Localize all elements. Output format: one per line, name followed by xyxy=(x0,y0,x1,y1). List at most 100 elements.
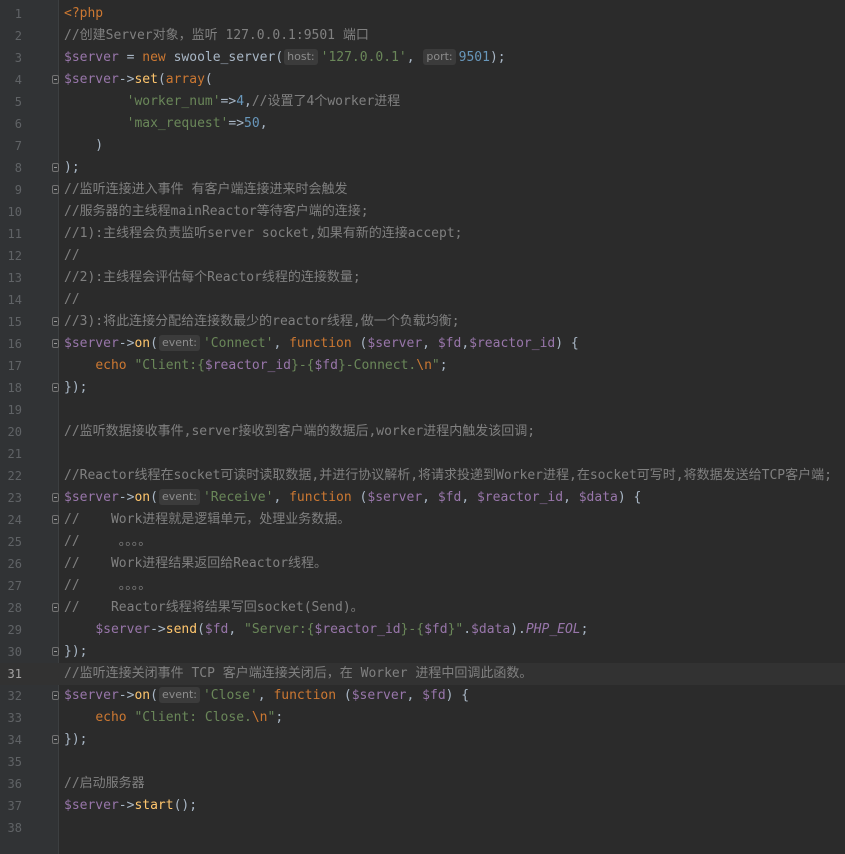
code-line[interactable]: 2 //创建Server对象，监听 127.0.0.1:9501 端口 xyxy=(0,25,845,47)
code-text: $server->set(array( xyxy=(64,69,213,91)
code-token: ); xyxy=(489,50,506,65)
code-line[interactable]: 36 //启动服务器 xyxy=(0,773,845,795)
fold-marker-icon[interactable] xyxy=(52,735,59,744)
code-line[interactable]: 14 // xyxy=(0,289,845,311)
code-token: // Reactor线程将结果写回socket(Send)。 xyxy=(64,600,364,615)
code-line[interactable]: 8); xyxy=(0,157,845,179)
code-line[interactable]: 17 echo "Client:{$reactor_id}-{$fd}-Conn… xyxy=(0,355,845,377)
line-number: 38 xyxy=(7,821,22,835)
code-token: ) xyxy=(64,138,104,153)
code-token: $fd xyxy=(422,688,446,703)
fold-marker-icon[interactable] xyxy=(52,185,59,194)
code-line[interactable]: 18}); xyxy=(0,377,845,399)
code-token: function xyxy=(289,336,352,351)
code-token: $server xyxy=(64,798,119,813)
code-line[interactable]: 19 xyxy=(0,399,845,421)
code-line[interactable]: 9 //监听连接进入事件 有客户端连接进来时会触发 xyxy=(0,179,845,201)
code-line[interactable]: 26 // Work进程结果返回给Reactor线程。 xyxy=(0,553,845,575)
code-line[interactable]: 22 //Reactor线程在socket可读时读取数据,并进行协议解析,将请求投… xyxy=(0,465,845,487)
code-line[interactable]: 24 // Work进程就是逻辑单元，处理业务数据。 xyxy=(0,509,845,531)
code-token: on xyxy=(134,688,151,703)
code-line[interactable]: 37 $server->start(); xyxy=(0,795,845,817)
fold-marker-icon[interactable] xyxy=(52,515,59,524)
fold-marker-icon[interactable] xyxy=(52,383,59,392)
code-token: }); xyxy=(64,732,88,747)
code-line[interactable]: 32 $server->on(event: 'Close', function ($… xyxy=(0,685,845,707)
code-token: , xyxy=(461,336,470,351)
code-line[interactable]: 16 $server->on(event: 'Connect', function … xyxy=(0,333,845,355)
fold-marker-icon[interactable] xyxy=(52,647,59,656)
code-token: // 。。。。 xyxy=(64,534,152,549)
line-number: 11 xyxy=(7,227,22,241)
fold-marker-icon[interactable] xyxy=(52,603,59,612)
code-token: ) { xyxy=(617,490,642,505)
code-line[interactable]: 38 xyxy=(0,817,845,839)
code-line[interactable]: 28 // Reactor线程将结果写回socket(Send)。 xyxy=(0,597,845,619)
fold-marker-icon[interactable] xyxy=(52,317,59,326)
code-text: $server->send($fd, "Server:{$reactor_id}… xyxy=(64,619,588,641)
code-text: $server->on(event: 'Receive', function ($… xyxy=(64,487,641,509)
code-token: $data xyxy=(471,622,511,637)
code-line[interactable]: 27 // 。。。。 xyxy=(0,575,845,597)
line-number: 19 xyxy=(7,403,22,417)
code-token: => xyxy=(228,116,245,131)
parameter-hint: port: xyxy=(423,49,456,65)
code-token: $reactor_id xyxy=(204,358,291,373)
fold-marker-icon[interactable] xyxy=(52,691,59,700)
code-token: , xyxy=(406,688,423,703)
code-line[interactable]: 13 //2):主线程会评估每个Reactor线程的连接数量; xyxy=(0,267,845,289)
code-line[interactable]: 34}); xyxy=(0,729,845,751)
code-line[interactable]: 21 xyxy=(0,443,845,465)
code-lines[interactable]: 1 <?php 2 //创建Server对象，监听 127.0.0.1:9501 端口… xyxy=(0,3,845,839)
code-line[interactable]: 4 $server->set(array( xyxy=(0,69,845,91)
code-token: $fd xyxy=(424,622,448,637)
code-token: $server xyxy=(351,688,407,703)
code-line[interactable]: 35 xyxy=(0,751,845,773)
code-line[interactable]: 5 'worker_num'=>4,//设置了4个worker进程 xyxy=(0,91,845,113)
code-line[interactable]: 11 //1):主线程会负责监听server socket,如果有新的连接acce… xyxy=(0,223,845,245)
code-line[interactable]: 20 //监听数据接收事件,server接收到客户端的数据后,worker进程内触… xyxy=(0,421,845,443)
fold-marker-icon[interactable] xyxy=(52,75,59,84)
code-text: $server->start(); xyxy=(64,795,197,817)
code-token: -> xyxy=(118,336,135,351)
code-line[interactable]: 15 //3):将此连接分配给连接数最少的reactor线程,做一个负载均衡; xyxy=(0,311,845,333)
code-line[interactable]: 33 echo "Client: Close.\n"; xyxy=(0,707,845,729)
line-number: 31 xyxy=(7,667,22,681)
code-token: $fd xyxy=(204,622,229,637)
code-token: $server xyxy=(64,688,119,703)
code-token: // Work进程结果返回给Reactor线程。 xyxy=(64,556,328,571)
code-token: , xyxy=(406,50,423,65)
line-number: 36 xyxy=(7,777,22,791)
code-line[interactable]: 30}); xyxy=(0,641,845,663)
code-line[interactable]: 6 'max_request'=>50, xyxy=(0,113,845,135)
code-line[interactable]: 12 // xyxy=(0,245,845,267)
line-number: 15 xyxy=(7,315,22,329)
code-token: 9501 xyxy=(458,50,490,65)
code-editor[interactable]: 1 <?php 2 //创建Server对象，监听 127.0.0.1:9501 端口… xyxy=(0,0,845,854)
code-token: // xyxy=(64,292,80,307)
code-line[interactable]: 7 ) xyxy=(0,135,845,157)
code-text: //1):主线程会负责监听server socket,如果有新的连接accept… xyxy=(64,223,463,245)
code-line[interactable]: 25 // 。。。。 xyxy=(0,531,845,553)
code-token: "Client:{ xyxy=(134,358,205,373)
code-token: , xyxy=(244,94,252,109)
line-number: 23 xyxy=(7,491,22,505)
code-token: 'Close' xyxy=(202,688,258,703)
fold-marker-icon[interactable] xyxy=(52,163,59,172)
code-token: //监听连接关闭事件 TCP 客户端连接关闭后，在 Worker 进程中回调此函… xyxy=(64,666,533,681)
code-line[interactable]: 3 $server = new swoole_server(host: '127.0… xyxy=(0,47,845,69)
code-token: ); xyxy=(64,160,80,175)
fold-marker-icon[interactable] xyxy=(52,493,59,502)
code-line[interactable]: 29 $server->send($fd, "Server:{$reactor_… xyxy=(0,619,845,641)
code-line[interactable]: 31 //监听连接关闭事件 TCP 客户端连接关闭后，在 Worker 进程中回调… xyxy=(0,663,845,685)
code-text: // 。。。。 xyxy=(64,575,151,597)
code-token: \n xyxy=(251,710,268,725)
fold-marker-icon[interactable] xyxy=(52,339,59,348)
code-line[interactable]: 10 //服务器的主线程mainReactor等待客户端的连接; xyxy=(0,201,845,223)
code-line[interactable]: 23 $server->on(event: 'Receive', function … xyxy=(0,487,845,509)
code-line[interactable]: 1 <?php xyxy=(0,3,845,25)
code-token: set xyxy=(134,72,158,87)
code-token: PHP_EOL xyxy=(525,622,581,637)
